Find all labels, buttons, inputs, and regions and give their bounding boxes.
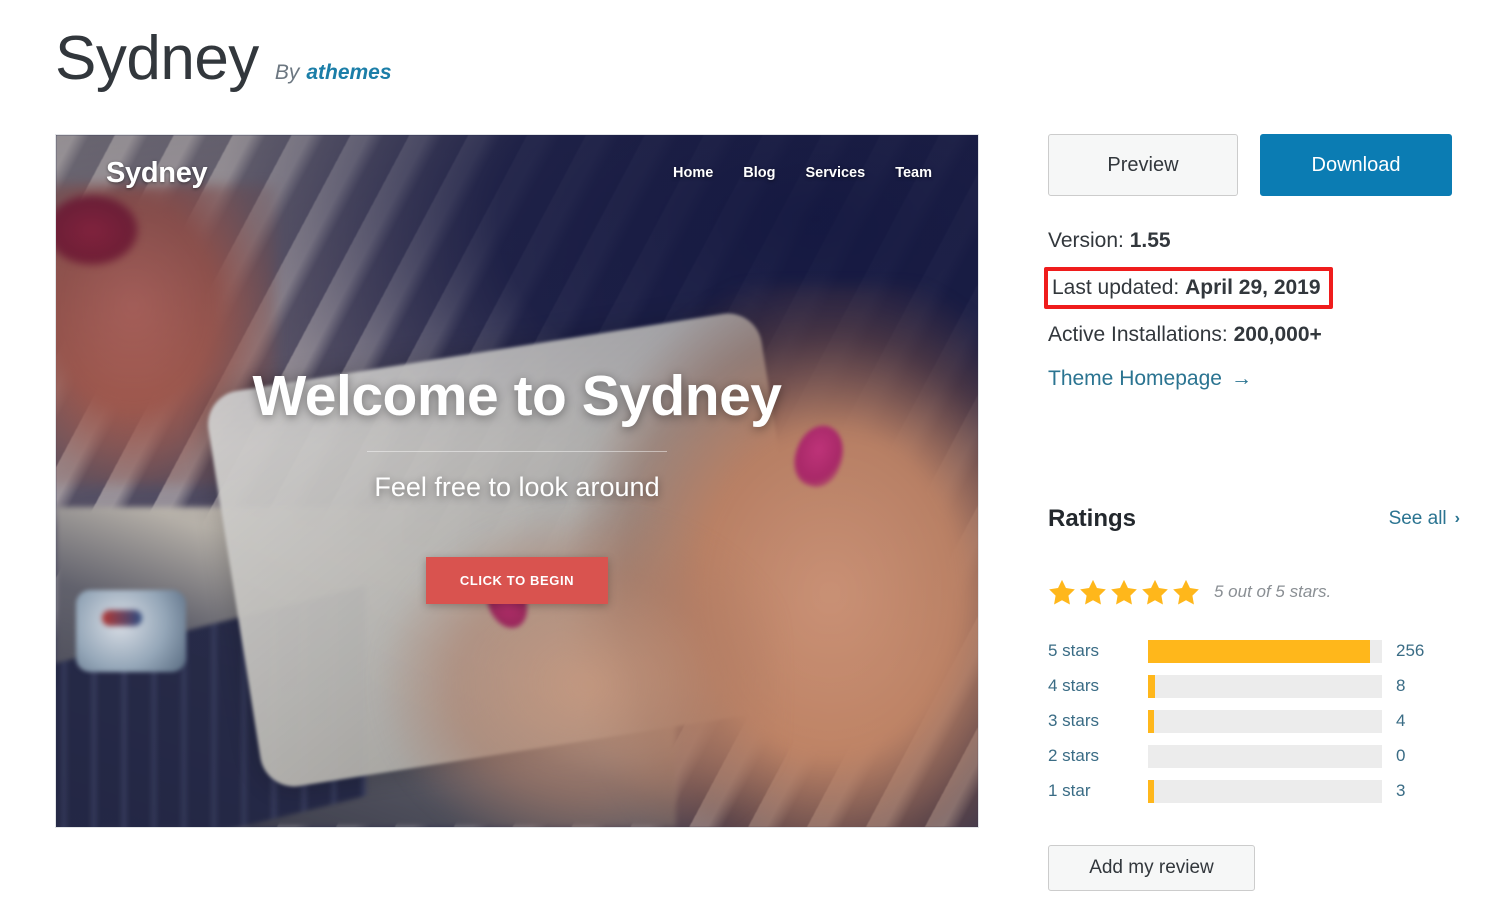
last-updated-label: Last updated: bbox=[1052, 276, 1180, 299]
last-updated-line: Last updated: April 29, 2019 bbox=[1044, 267, 1460, 309]
demo-nav-item-home[interactable]: Home bbox=[673, 165, 713, 181]
rating-row-label[interactable]: 4 stars bbox=[1048, 676, 1148, 696]
rating-row-label[interactable]: 5 stars bbox=[1048, 641, 1148, 661]
rating-summary-text: 5 out of 5 stars. bbox=[1214, 582, 1332, 601]
demo-nav-menu: Home Blog Services Team bbox=[673, 165, 932, 181]
version-value: 1.55 bbox=[1129, 229, 1171, 252]
demo-nav-item-blog[interactable]: Blog bbox=[743, 165, 775, 181]
demo-nav-item-services[interactable]: Services bbox=[806, 165, 866, 181]
theme-homepage-link[interactable]: Theme Homepage → bbox=[1048, 367, 1252, 391]
star-rating-group bbox=[1048, 578, 1200, 606]
ratings-header: Ratings See all › bbox=[1048, 505, 1460, 533]
ratings-breakdown: 5 stars 256 4 stars 8 3 stars 4 2 stars bbox=[1048, 638, 1460, 804]
page-title: Sydney bbox=[55, 24, 259, 93]
star-icon bbox=[1142, 579, 1168, 605]
star-icon bbox=[1111, 579, 1137, 605]
theme-screenshot[interactable]: Sydney Home Blog Services Team Welcome t… bbox=[55, 134, 979, 828]
rating-row-count: 256 bbox=[1396, 641, 1425, 660]
rating-row-count: 4 bbox=[1396, 711, 1406, 730]
version-label: Version: bbox=[1048, 229, 1124, 252]
theme-info-sidebar: Preview Download Version: 1.55 Last upda… bbox=[1044, 134, 1460, 391]
demo-hero: Welcome to Sydney Feel free to look arou… bbox=[56, 363, 978, 604]
active-installations-line: Active Installations: 200,000+ bbox=[1048, 324, 1460, 345]
see-all-label: See all bbox=[1388, 508, 1447, 529]
rating-row-count: 8 bbox=[1396, 676, 1406, 695]
rating-row-track bbox=[1148, 674, 1382, 698]
active-installations-label: Active Installations: bbox=[1048, 323, 1228, 346]
ratings-section: Ratings See all › 5 out of 5 stars. 5 st… bbox=[1048, 505, 1460, 813]
demo-hero-subtitle: Feel free to look around bbox=[374, 472, 660, 502]
rating-row-track bbox=[1148, 639, 1382, 663]
add-my-review-button[interactable]: Add my review bbox=[1048, 845, 1255, 891]
demo-site-logo: Sydney bbox=[106, 156, 208, 189]
action-buttons: Preview Download bbox=[1048, 134, 1460, 196]
version-line: Version: 1.55 bbox=[1048, 230, 1460, 251]
rating-row-fill bbox=[1148, 674, 1156, 698]
theme-homepage-label: Theme Homepage bbox=[1048, 367, 1222, 390]
rating-row-label[interactable]: 1 star bbox=[1048, 781, 1148, 801]
rating-row-4: 4 stars 8 bbox=[1048, 673, 1460, 699]
last-updated-highlight-box: Last updated: April 29, 2019 bbox=[1044, 267, 1333, 309]
rating-row-2: 2 stars 0 bbox=[1048, 743, 1460, 769]
rating-row-fill bbox=[1148, 639, 1371, 663]
theme-metadata: Version: 1.55 Last updated: April 29, 20… bbox=[1044, 230, 1460, 391]
rating-row-label[interactable]: 3 stars bbox=[1048, 711, 1148, 731]
rating-row-label[interactable]: 2 stars bbox=[1048, 746, 1148, 766]
chevron-right-icon: › bbox=[1454, 510, 1460, 527]
average-rating-row: 5 out of 5 stars. bbox=[1048, 578, 1460, 606]
see-all-ratings-link[interactable]: See all › bbox=[1389, 508, 1460, 530]
rating-row-5: 5 stars 256 bbox=[1048, 638, 1460, 664]
rating-row-track bbox=[1148, 709, 1382, 733]
byline-prefix: By bbox=[274, 61, 300, 84]
star-icon bbox=[1049, 579, 1075, 605]
demo-hero-title: Welcome to Sydney bbox=[252, 364, 782, 428]
demo-nav-item-team[interactable]: Team bbox=[895, 165, 932, 181]
preview-button[interactable]: Preview bbox=[1048, 134, 1238, 196]
last-updated-value: April 29, 2019 bbox=[1185, 276, 1321, 299]
ratings-title: Ratings bbox=[1048, 505, 1137, 532]
rating-row-1: 1 star 3 bbox=[1048, 778, 1460, 804]
rating-row-fill bbox=[1148, 779, 1154, 803]
rating-row-3: 3 stars 4 bbox=[1048, 708, 1460, 734]
arrow-right-icon: → bbox=[1230, 367, 1252, 390]
rating-row-count: 0 bbox=[1396, 746, 1406, 765]
rating-row-count: 3 bbox=[1396, 781, 1406, 800]
star-icon bbox=[1080, 579, 1106, 605]
demo-navbar: Sydney Home Blog Services Team bbox=[56, 135, 978, 211]
active-installations-value: 200,000+ bbox=[1233, 323, 1322, 346]
rating-row-fill bbox=[1148, 709, 1154, 733]
download-button[interactable]: Download bbox=[1260, 134, 1452, 196]
rating-row-track bbox=[1148, 779, 1382, 803]
demo-hero-divider bbox=[367, 451, 667, 452]
rating-row-track bbox=[1148, 744, 1382, 768]
page-header: Sydney By athemes bbox=[55, 28, 392, 90]
author-link[interactable]: athemes bbox=[306, 61, 391, 85]
author-byline: By athemes bbox=[275, 61, 392, 85]
demo-hero-cta-button[interactable]: CLICK TO BEGIN bbox=[425, 557, 609, 604]
star-icon bbox=[1173, 579, 1199, 605]
